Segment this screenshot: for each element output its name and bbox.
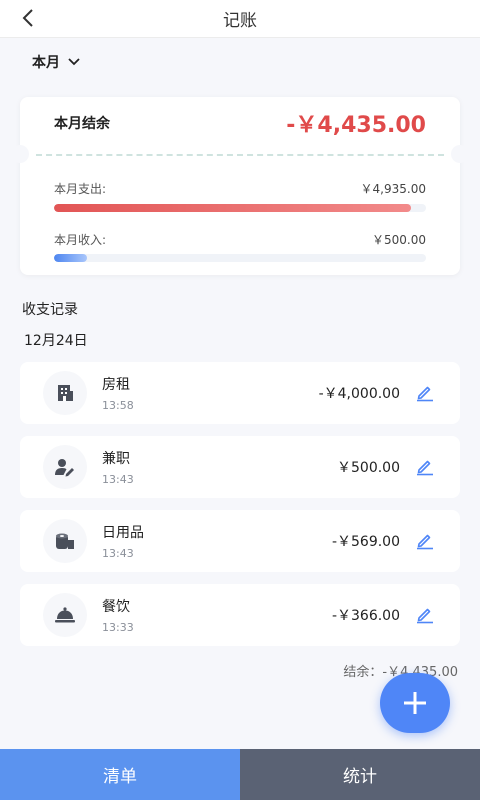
income-value: ￥500.00 xyxy=(372,233,426,247)
record-icon-circle xyxy=(43,519,87,563)
record-amount: -￥366.00 xyxy=(331,608,400,624)
record-item[interactable]: 房租 13:58 -￥4,000.00 xyxy=(20,362,460,424)
record-item[interactable]: 日用品 13:43 -￥569.00 xyxy=(20,510,460,572)
pencil-icon xyxy=(417,460,433,476)
page-title: 记账 xyxy=(223,11,257,31)
plus-icon xyxy=(404,692,426,714)
records-section-title: 收支记录 xyxy=(22,302,78,318)
chevron-down-icon xyxy=(68,58,80,66)
tab-list-label: 清单 xyxy=(103,767,137,787)
record-item[interactable]: 兼职 13:43 ￥500.00 xyxy=(20,436,460,498)
record-item[interactable]: 餐饮 13:33 -￥366.00 xyxy=(20,584,460,646)
expense-label: 本月支出: xyxy=(54,182,107,196)
record-time: 13:43 xyxy=(102,473,134,486)
month-filter-dropdown[interactable]: 本月 xyxy=(32,50,80,74)
dish-cover-icon xyxy=(55,607,75,623)
record-icon-circle xyxy=(43,593,87,637)
monthly-summary-card: 本月结余 -￥4,435.00 本月支出: ￥4,935.00 本月收入: ￥5… xyxy=(11,97,469,275)
balance-label: 本月结余 xyxy=(54,116,110,132)
expense-progress-fill xyxy=(54,204,412,212)
record-amount: -￥569.00 xyxy=(331,534,400,550)
top-bar: 记账 xyxy=(0,0,480,38)
records-date-label: 12月24日 xyxy=(24,333,88,349)
back-button[interactable] xyxy=(16,6,40,30)
income-label: 本月收入: xyxy=(54,233,107,247)
dashed-divider xyxy=(36,154,444,156)
record-icon-circle xyxy=(43,445,87,489)
edit-record-button[interactable] xyxy=(414,455,436,477)
add-record-button[interactable] xyxy=(380,673,450,733)
record-icon-circle xyxy=(43,371,87,415)
pencil-icon xyxy=(417,534,433,550)
edit-record-button[interactable] xyxy=(414,529,436,551)
record-name: 兼职 xyxy=(102,451,130,467)
balance-value: -￥4,435.00 xyxy=(286,113,426,138)
pencil-icon xyxy=(417,386,433,402)
record-name: 日用品 xyxy=(102,525,144,541)
card-notch-right xyxy=(451,145,469,163)
bottom-tab-bar: 清单 统计 xyxy=(0,749,480,800)
tissue-roll-icon xyxy=(56,533,74,549)
tab-statistics-label: 统计 xyxy=(343,767,377,787)
record-name: 房租 xyxy=(102,377,130,393)
record-time: 13:43 xyxy=(102,547,134,560)
record-time: 13:58 xyxy=(102,399,134,412)
record-name: 餐饮 xyxy=(102,599,130,615)
record-amount: ￥500.00 xyxy=(337,460,400,476)
edit-record-button[interactable] xyxy=(414,381,436,403)
edit-record-button[interactable] xyxy=(414,603,436,625)
expense-progress-bar xyxy=(54,204,426,212)
record-amount: -￥4,000.00 xyxy=(318,386,400,402)
tab-list[interactable]: 清单 xyxy=(0,749,240,800)
building-icon xyxy=(58,385,73,401)
income-progress-fill xyxy=(54,254,88,262)
back-arrow-icon xyxy=(22,9,33,27)
tab-statistics[interactable]: 统计 xyxy=(240,749,480,800)
card-notch-left xyxy=(11,145,29,163)
income-progress-bar xyxy=(54,254,426,262)
user-edit-icon xyxy=(55,459,74,477)
record-time: 13:33 xyxy=(102,621,134,634)
month-filter-label: 本月 xyxy=(32,55,60,71)
pencil-icon xyxy=(417,608,433,624)
expense-value: ￥4,935.00 xyxy=(360,182,426,196)
